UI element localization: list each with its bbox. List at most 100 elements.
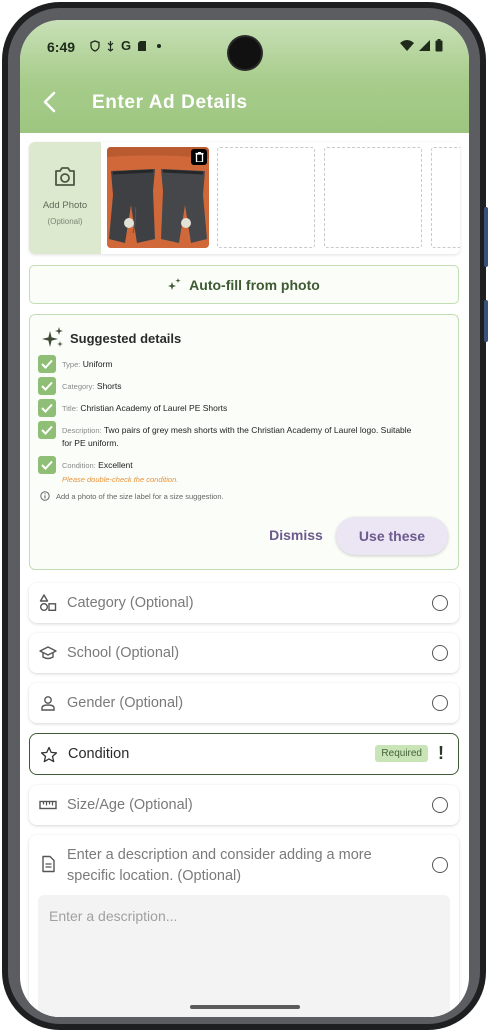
suggestion-condition: Condition: Excellent	[38, 456, 438, 474]
page-title: Enter Ad Details	[92, 92, 248, 113]
document-icon	[42, 855, 55, 873]
condition-warning: Please double-check the condition.	[62, 475, 179, 484]
person-icon	[41, 696, 55, 711]
category-label: Category (Optional)	[67, 595, 194, 611]
school-field[interactable]: School (Optional)	[29, 633, 459, 673]
home-indicator[interactable]	[190, 1005, 300, 1009]
camera-icon	[55, 167, 75, 186]
autofill-button[interactable]: Auto-fill from photo	[29, 265, 459, 304]
ruler-icon	[39, 800, 57, 810]
category-field[interactable]: Category (Optional)	[29, 583, 459, 623]
suggestion-key: Title:	[62, 404, 78, 413]
shield-icon	[90, 39, 100, 52]
suggestion-checkbox[interactable]	[38, 421, 56, 439]
photo-thumbnail[interactable]	[107, 147, 209, 248]
vpn-key-icon	[107, 40, 114, 52]
description-input[interactable]: Enter a description...	[38, 895, 450, 1017]
condition-field[interactable]: Condition Required !	[29, 733, 459, 775]
status-notification-icons: G	[90, 38, 162, 53]
suggestion-key: Category:	[62, 382, 95, 391]
front-camera	[229, 37, 261, 69]
check-icon	[41, 381, 53, 391]
suggestion-checkbox[interactable]	[38, 355, 56, 373]
size-age-label: Size/Age (Optional)	[67, 797, 193, 813]
google-icon: G	[121, 38, 132, 53]
add-photo-label: Add Photo	[42, 200, 88, 211]
dismiss-button[interactable]: Dismiss	[256, 517, 336, 553]
gender-label: Gender (Optional)	[67, 695, 184, 711]
signal-icon	[419, 39, 430, 51]
check-icon	[41, 460, 53, 470]
check-icon	[41, 425, 53, 435]
sparkle-icon	[168, 278, 181, 290]
suggestion-text: Condition: Excellent	[62, 456, 133, 472]
suggestion-key: Condition:	[62, 461, 96, 470]
phone-frame: 6:49 G Enter Ad Details Add Photo (Optio…	[2, 2, 488, 1030]
category-status-circle	[432, 595, 448, 611]
more-notifications-dot	[157, 43, 162, 48]
wifi-icon	[400, 39, 414, 51]
school-icon	[39, 646, 57, 660]
suggestion-type: Type: Uniform	[38, 355, 438, 373]
condition-label: Condition	[68, 746, 130, 762]
suggestion-text: Description: Two pairs of grey mesh shor…	[62, 421, 422, 450]
sparkles-icon	[42, 327, 63, 347]
status-system-icons	[400, 39, 443, 52]
suggestion-category: Category: Shorts	[38, 377, 438, 395]
back-arrow-icon[interactable]	[38, 90, 62, 114]
status-time: 6:49	[47, 39, 76, 55]
battery-icon	[435, 39, 443, 52]
suggested-details-header: Suggested details	[42, 327, 181, 349]
size-age-status-circle	[432, 797, 448, 813]
suggestion-text: Type: Uniform	[62, 355, 112, 371]
suggestion-value: Uniform	[82, 359, 113, 369]
size-hint-text: Add a photo of the size label for a size…	[56, 491, 224, 501]
sd-card-icon	[138, 40, 147, 51]
suggestion-value: Christian Academy of Laurel PE Shorts	[80, 403, 228, 413]
autofill-label: Auto-fill from photo	[189, 276, 320, 293]
side-button	[484, 207, 488, 267]
description-label: Enter a description and consider adding …	[67, 847, 372, 884]
suggestion-value: Excellent	[98, 460, 133, 470]
suggestion-key: Description:	[62, 426, 102, 435]
description-field: Enter a description and consider adding …	[29, 835, 459, 1017]
check-icon	[41, 359, 53, 369]
trash-icon	[195, 152, 203, 162]
gender-status-circle	[432, 695, 448, 711]
add-photo-optional-label: (Optional)	[47, 217, 83, 226]
suggestion-description: Description: Two pairs of grey mesh shor…	[38, 421, 438, 450]
info-icon	[40, 491, 50, 501]
empty-photo-slot[interactable]	[217, 147, 315, 248]
suggestion-title: Title: Christian Academy of Laurel PE Sh…	[38, 399, 438, 417]
suggestion-checkbox[interactable]	[38, 399, 56, 417]
suggestion-value: Shorts	[96, 381, 122, 391]
suggestion-text: Category: Shorts	[62, 377, 121, 393]
size-age-field[interactable]: Size/Age (Optional)	[29, 785, 459, 825]
school-label: School (Optional)	[67, 645, 180, 661]
description-status-circle	[432, 857, 448, 873]
exclamation-icon: !	[438, 743, 444, 763]
delete-photo-icon[interactable]	[191, 149, 207, 165]
add-photo-button[interactable]: Add Photo (Optional)	[29, 142, 101, 254]
suggested-details-title: Suggested details	[70, 330, 182, 346]
empty-photo-slot[interactable]	[431, 147, 460, 248]
suggestion-text: Title: Christian Academy of Laurel PE Sh…	[62, 399, 227, 415]
gender-field[interactable]: Gender (Optional)	[29, 683, 459, 723]
screen: 6:49 G Enter Ad Details Add Photo (Optio…	[20, 20, 469, 1017]
side-button	[484, 300, 488, 342]
star-icon	[40, 746, 58, 763]
required-badge: Required	[375, 745, 428, 762]
school-status-circle	[432, 645, 448, 661]
suggestion-value: Two pairs of grey mesh shorts with the C…	[62, 425, 412, 448]
photo-strip: Add Photo (Optional)	[29, 142, 460, 254]
top-bar: 6:49 G Enter Ad Details	[20, 20, 469, 133]
empty-photo-slot[interactable]	[324, 147, 422, 248]
size-hint: Add a photo of the size label for a size…	[40, 491, 224, 501]
suggestion-key: Type:	[62, 360, 81, 369]
suggestion-checkbox[interactable]	[38, 377, 56, 395]
use-these-button[interactable]: Use these	[336, 517, 448, 555]
check-icon	[41, 403, 53, 413]
status-bar: 6:49 G	[20, 20, 469, 72]
suggested-details-card: Suggested details Type: Uniform Category…	[29, 314, 459, 570]
suggestion-checkbox[interactable]	[38, 456, 56, 474]
